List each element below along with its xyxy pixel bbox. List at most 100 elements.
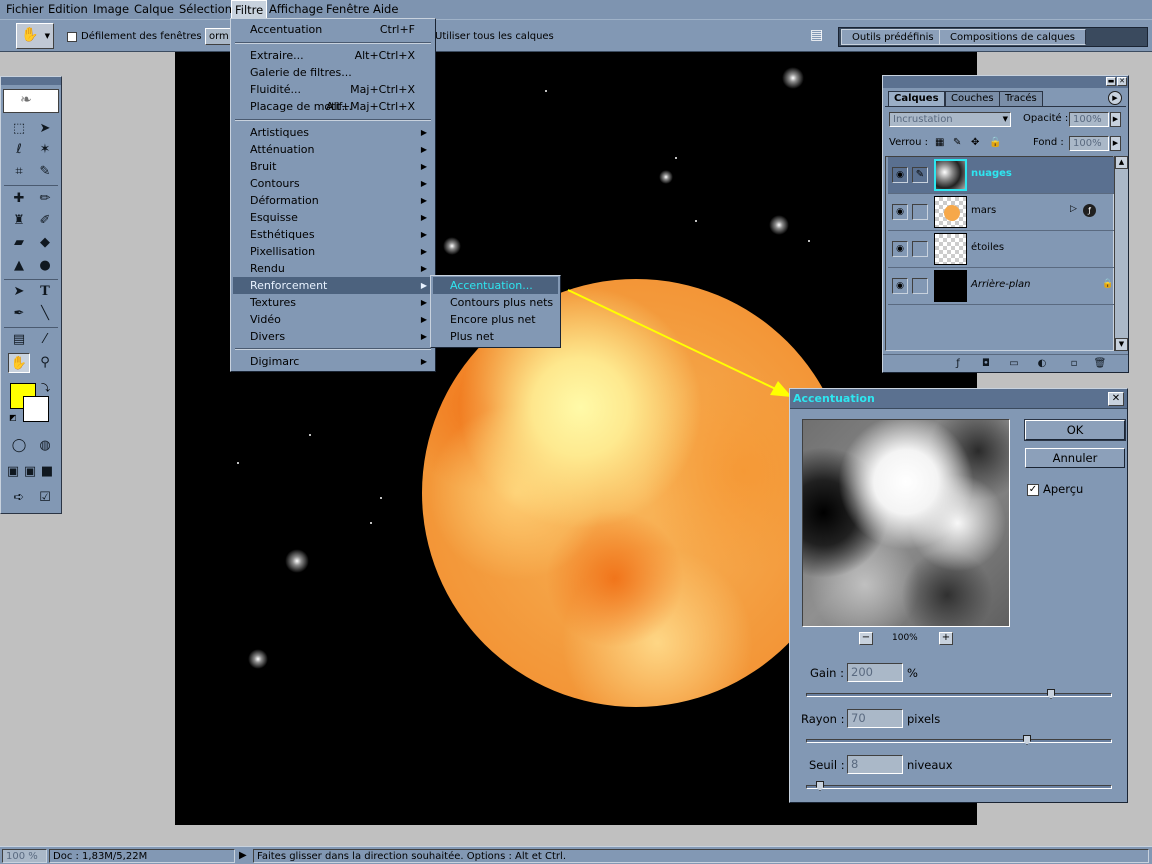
history-brush-icon[interactable]: ✐ [34, 211, 56, 231]
scroll-down-icon[interactable]: ▼ [1115, 338, 1128, 351]
path-selection-icon[interactable]: ➤ [8, 282, 30, 302]
lock-all-icon[interactable]: 🔒 [989, 137, 1001, 148]
menu-item-contours[interactable]: Contours ▶ [233, 175, 433, 192]
eyedropper-tool-icon[interactable]: ⁄ [34, 330, 56, 350]
layer-row-etoiles[interactable]: ◉ étoiles [888, 231, 1117, 268]
preview-image[interactable] [802, 419, 1010, 627]
hand-tool-icon[interactable]: ✋ [8, 353, 30, 373]
menu-item-digimarc[interactable]: Digimarc ▶ [233, 353, 433, 370]
layers-scrollbar[interactable]: ▲ ▼ [1114, 156, 1128, 351]
minimize-icon[interactable]: ▬ [1106, 77, 1116, 86]
menu-item-rendu[interactable]: Rendu ▶ [233, 260, 433, 277]
threshold-input[interactable]: 8 [847, 755, 903, 774]
actual-pixels-button[interactable]: orm [205, 28, 231, 45]
eraser-tool-icon[interactable]: ▰ [8, 233, 30, 253]
close-icon[interactable]: ✕ [1117, 77, 1127, 86]
scroll-up-icon[interactable]: ▲ [1115, 156, 1128, 169]
lock-position-icon[interactable]: ✥ [971, 137, 979, 148]
blend-mode-select[interactable]: Incrustation ▼ [889, 112, 1011, 127]
adjustment-layer-icon[interactable]: ◐ [1035, 357, 1049, 371]
photoshop-feather-logo[interactable]: ❧ [3, 89, 59, 113]
menu-item-pixellisation[interactable]: Pixellisation ▶ [233, 243, 433, 260]
submenu-item-accentuation[interactable]: Accentuation... [433, 277, 558, 294]
layer-style-icon[interactable]: ƒ [1083, 204, 1096, 217]
marquee-tool-icon[interactable]: ⬚ [8, 119, 30, 139]
menu-item-divers[interactable]: Divers ▶ [233, 328, 433, 345]
preview-checkbox[interactable]: ✓ [1027, 484, 1039, 496]
opacity-slider-arrow-icon[interactable]: ▶ [1110, 112, 1121, 127]
default-colors-icon[interactable]: ◩ [9, 413, 17, 422]
link-slot[interactable] [912, 204, 928, 220]
palette-well-button[interactable]: ▤ [806, 23, 830, 49]
eye-icon[interactable]: ◉ [892, 167, 908, 183]
menu-item-bruit[interactable]: Bruit ▶ [233, 158, 433, 175]
tab-traces[interactable]: Tracés [999, 91, 1043, 106]
tab-tool-presets[interactable]: Outils prédéfinis [841, 29, 945, 45]
fill-slider-arrow-icon[interactable]: ▶ [1110, 136, 1121, 151]
eye-icon[interactable]: ◉ [892, 204, 908, 220]
close-icon[interactable]: ✕ [1108, 392, 1124, 406]
menu-item-textures[interactable]: Textures ▶ [233, 294, 433, 311]
notes-tool-icon[interactable]: ▤ [8, 330, 30, 350]
zoom-out-button[interactable]: − [859, 632, 873, 645]
menu-calque[interactable]: Calque [131, 0, 177, 19]
expand-triangle-icon[interactable]: ▷ [1070, 204, 1077, 214]
blur-tool-icon[interactable]: ▲ [8, 256, 30, 276]
menu-aide[interactable]: Aide [370, 0, 401, 19]
menu-item-deformation[interactable]: Déformation ▶ [233, 192, 433, 209]
new-layer-icon[interactable]: ▫ [1067, 357, 1081, 371]
layer-style-icon[interactable]: ƒ [951, 357, 965, 371]
scroll-all-checkbox[interactable] [67, 32, 77, 42]
lock-image-icon[interactable]: ✎ [953, 137, 961, 148]
edit-in-imageready-icon[interactable]: ☑ [34, 488, 56, 508]
screen-mode-standard-icon[interactable]: ▣ [5, 462, 21, 482]
link-slot[interactable] [912, 241, 928, 257]
layer-row-mars[interactable]: ◉ mars ▷ ƒ [888, 194, 1117, 231]
palette-titlebar[interactable]: ▬ ✕ [883, 76, 1128, 88]
type-tool-icon[interactable]: T [34, 282, 56, 302]
menu-item-last-filter[interactable]: Accentuation Ctrl+F [233, 21, 433, 38]
jump-to-imageready-icon[interactable]: ➪ [8, 488, 30, 508]
menu-filtre[interactable]: Filtre [231, 0, 268, 19]
tab-couches[interactable]: Couches [945, 91, 1000, 106]
eye-icon[interactable]: ◉ [892, 278, 908, 294]
brush-tool-icon[interactable]: ✏ [34, 189, 56, 209]
menu-item-esthetiques[interactable]: Esthétiques ▶ [233, 226, 433, 243]
quick-mask-icon[interactable]: ◍ [34, 436, 56, 456]
swap-colors-icon[interactable]: ⤵ [41, 381, 50, 394]
screen-mode-full-icon[interactable]: ■ [39, 462, 55, 482]
submenu-item-encore-plus-net[interactable]: Encore plus net [433, 311, 558, 328]
menu-item-renforcement[interactable]: Renforcement ▶ [233, 277, 433, 294]
pen-tool-icon[interactable]: ✒ [8, 304, 30, 324]
menu-selection[interactable]: Sélection [176, 0, 235, 19]
threshold-slider-thumb[interactable] [816, 781, 824, 791]
paint-bucket-icon[interactable]: ◆ [34, 233, 56, 253]
submenu-item-plus-net[interactable]: Plus net [433, 328, 558, 345]
menu-fichier[interactable]: Fichier [3, 0, 47, 19]
stamp-tool-icon[interactable]: ♜ [8, 211, 30, 231]
fill-input[interactable]: 100% [1069, 136, 1109, 151]
amount-input[interactable]: 200 [847, 663, 903, 682]
layer-row-nuages[interactable]: ◉ ✎ nuages [888, 157, 1117, 194]
cancel-button[interactable]: Annuler [1025, 448, 1125, 468]
menu-item-video[interactable]: Vidéo ▶ [233, 311, 433, 328]
move-tool-icon[interactable]: ➤ [34, 119, 56, 139]
radius-slider-thumb[interactable] [1023, 735, 1031, 745]
opacity-input[interactable]: 100% [1069, 112, 1109, 127]
eye-icon[interactable]: ◉ [892, 241, 908, 257]
standard-mode-icon[interactable]: ◯ [8, 436, 30, 456]
magic-wand-icon[interactable]: ✶ [34, 140, 56, 160]
radius-slider[interactable] [806, 735, 1112, 745]
tab-layer-comps[interactable]: Compositions de calques [939, 29, 1086, 45]
menu-item-fluidite[interactable]: Fluidité... Maj+Ctrl+X [233, 81, 433, 98]
menu-image[interactable]: Image [90, 0, 132, 19]
toolbox-titlebar[interactable] [1, 77, 61, 85]
zoom-field[interactable]: 100 % [2, 849, 47, 863]
dodge-tool-icon[interactable]: ● [34, 256, 56, 276]
crop-tool-icon[interactable]: ⌗ [8, 162, 30, 182]
menu-edition[interactable]: Edition [45, 0, 91, 19]
background-color-swatch[interactable] [23, 396, 49, 422]
submenu-item-contours-plus-nets[interactable]: Contours plus nets [433, 294, 558, 311]
brush-icon[interactable]: ✎ [912, 167, 928, 183]
menu-item-extraire[interactable]: Extraire... Alt+Ctrl+X [233, 47, 433, 64]
